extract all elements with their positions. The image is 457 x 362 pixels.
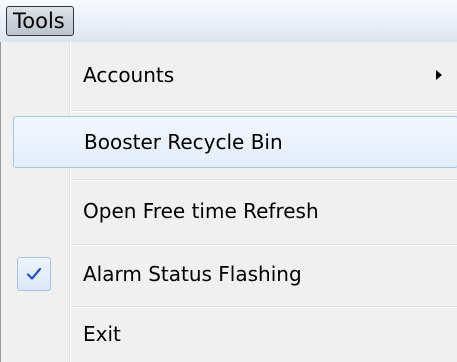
menu-item-label: Accounts — [83, 63, 175, 87]
menu-item-booster-recycle-bin[interactable]: Booster Recycle Bin — [13, 116, 457, 168]
menu-item-label: Booster Recycle Bin — [84, 130, 283, 154]
submenu-arrow-icon — [436, 70, 442, 80]
tools-dropdown-menu: Accounts Booster Recycle Bin Open Free t… — [0, 42, 457, 362]
menu-item-label: Alarm Status Flashing — [83, 262, 302, 286]
menu-bar: Tools — [0, 0, 457, 42]
menu-item-open-free-time-refresh[interactable]: Open Free time Refresh — [1, 185, 457, 237]
menu-item-alarm-status-flashing[interactable]: Alarm Status Flashing — [1, 244, 457, 304]
tools-menu[interactable]: Tools — [6, 6, 74, 36]
menu-item-label: Open Free time Refresh — [83, 199, 319, 223]
menu-separator — [71, 306, 457, 307]
checkmark-icon — [17, 257, 51, 291]
menu-item-accounts[interactable]: Accounts — [1, 49, 457, 101]
menu-item-exit[interactable]: Exit — [1, 308, 457, 360]
menu-separator — [71, 110, 457, 111]
app-window: Tools Accounts Booster Recycle Bin Open … — [0, 0, 457, 362]
menu-item-label: Exit — [83, 322, 121, 346]
menu-separator — [71, 179, 457, 180]
